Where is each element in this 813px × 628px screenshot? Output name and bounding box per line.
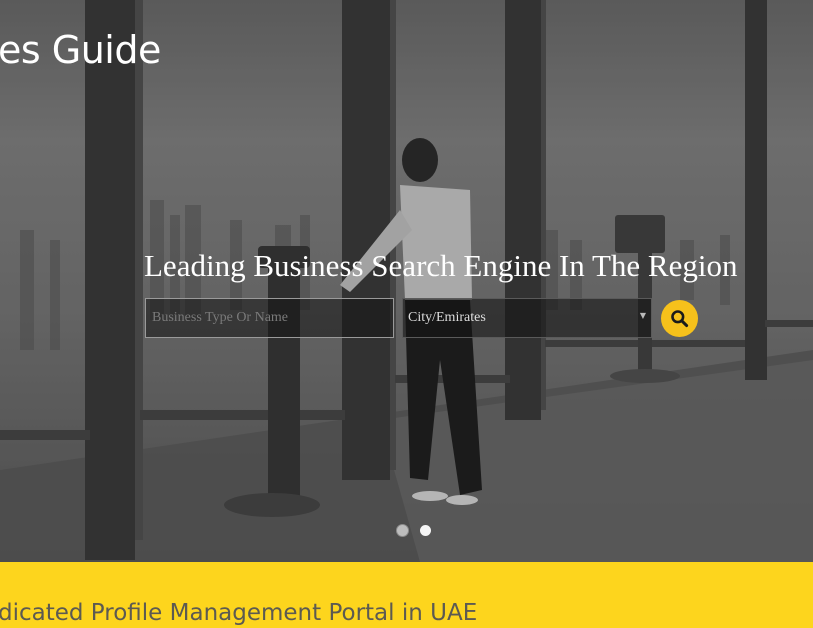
search-button[interactable] [661, 300, 698, 337]
site-title[interactable]: es Guide [0, 28, 161, 72]
city-emirates-select[interactable]: City/Emirates ▼ [402, 298, 652, 338]
banner-text[interactable]: dicated Profile Management Portal in UAE [0, 600, 477, 628]
hero-section: es Guide Leading Business Search Engine … [0, 0, 813, 562]
hero-tagline: Leading Business Search Engine In The Re… [144, 248, 738, 283]
city-select-value: City/Emirates [408, 310, 486, 325]
business-search-input[interactable] [145, 298, 394, 338]
slider-dot-1[interactable] [396, 524, 409, 537]
promo-banner: dicated Profile Management Portal in UAE [0, 562, 813, 628]
chevron-down-icon: ▼ [639, 311, 646, 320]
slider-dot-2[interactable] [420, 525, 431, 536]
search-icon [671, 310, 689, 328]
